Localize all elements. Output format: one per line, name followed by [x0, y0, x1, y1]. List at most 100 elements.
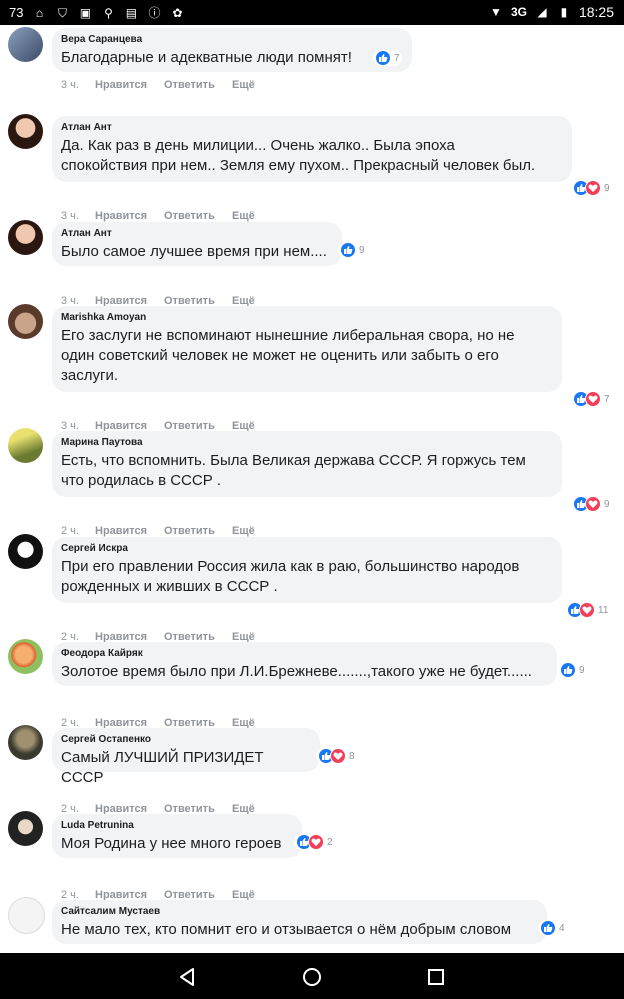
- comment-author[interactable]: Luda Petrunina: [61, 820, 292, 831]
- reaction-summary[interactable]: 9: [571, 180, 612, 196]
- comment-feed[interactable]: Вера Саранцева Благодарные и адекватные …: [0, 25, 624, 953]
- comment-author[interactable]: Сергей Остапенко: [61, 734, 310, 745]
- avatar[interactable]: [8, 897, 45, 934]
- comment-bubble[interactable]: Феодора Кайряк Золотое время было при Л.…: [52, 642, 557, 686]
- avatar[interactable]: [8, 811, 43, 846]
- comment-bubble[interactable]: Вера Саранцева Благодарные и адекватные …: [52, 28, 412, 72]
- heart-icon: [585, 391, 601, 407]
- comment-text: Золотое время было при Л.И.Брежневе.....…: [61, 663, 532, 680]
- avatar[interactable]: [8, 428, 43, 463]
- more-link[interactable]: Ещё: [232, 79, 255, 91]
- comment-author[interactable]: Марина Паутова: [61, 437, 552, 448]
- comment-text: заслуги.: [61, 367, 118, 384]
- reaction-summary[interactable]: 9: [558, 662, 587, 678]
- heart-icon: [330, 748, 346, 764]
- back-button[interactable]: [173, 963, 201, 991]
- comment-text: Самый ЛУЧШИЙ ПРИЗИДЕТ СССР: [61, 749, 264, 786]
- comment-bubble[interactable]: Атлан Ант Было самое лучшее время при не…: [52, 222, 342, 266]
- reaction-summary[interactable]: 7: [571, 391, 612, 407]
- like-icon: [560, 662, 576, 678]
- app-icon: ✿: [172, 5, 183, 20]
- comment-actions: 3 ч. Нравится Ответить Ещё: [61, 79, 255, 91]
- reaction-summary[interactable]: 8: [316, 748, 357, 764]
- heart-icon: [579, 602, 595, 618]
- heart-icon: [308, 834, 324, 850]
- reaction-summary[interactable]: 9: [338, 242, 367, 258]
- comment-text: Есть, что вспомнить. Была Великая держав…: [61, 452, 526, 469]
- comment-bubble[interactable]: Сергей Остапенко Самый ЛУЧШИЙ ПРИЗИДЕТ С…: [52, 728, 320, 786]
- reaction-summary[interactable]: 9: [571, 496, 612, 512]
- comment-text: Благодарные и адекватные люди помнят!: [61, 49, 352, 66]
- reaction-count: 9: [579, 664, 585, 676]
- comment-text: При его правлении Россия жила как в раю,…: [61, 558, 520, 575]
- comment-bubble[interactable]: Luda Petrunina Моя Родина у нее много ге…: [52, 814, 302, 858]
- comment-author[interactable]: Атлан Ант: [61, 228, 332, 239]
- comment-author[interactable]: Вера Саранцева: [61, 34, 402, 45]
- comment-author[interactable]: Сергей Искра: [61, 543, 552, 554]
- status-bar: 73 ⌂ ⛉ ▣ ⚲ ▤ ⓘ ✿ ▼ 3G ◢ ▮ 18:25: [0, 0, 624, 25]
- comment-bubble[interactable]: Marishka Amoyan Его заслуги не вспоминаю…: [52, 306, 562, 392]
- avatar[interactable]: [8, 304, 43, 339]
- comment-actions: 3 ч. Нравится Ответить Ещё: [61, 210, 255, 222]
- comment-time[interactable]: 3 ч.: [61, 79, 95, 91]
- comment-time[interactable]: 3 ч.: [61, 210, 95, 222]
- clock: 18:25: [578, 4, 614, 20]
- reaction-count: 9: [359, 244, 365, 256]
- comment-text: Да. Как раз в день милиции... Очень жалк…: [61, 137, 455, 154]
- network-type: 3G: [510, 5, 527, 19]
- home-icon: ⌂: [35, 5, 44, 20]
- like-icon: [540, 920, 556, 936]
- reaction-count: 7: [604, 393, 610, 405]
- comment-text: Моя Родина у нее много героев: [61, 835, 282, 852]
- reaction-summary[interactable]: 4: [538, 920, 567, 936]
- reaction-count: 11: [598, 604, 609, 616]
- home-button[interactable]: [298, 963, 326, 991]
- wifi-icon: ▼: [489, 5, 502, 19]
- heart-icon: [585, 496, 601, 512]
- navigation-bar: [0, 953, 624, 999]
- like-link[interactable]: Нравится: [95, 210, 164, 222]
- image-icon: ▣: [79, 5, 92, 20]
- reply-link[interactable]: Ответить: [164, 79, 232, 91]
- reply-link[interactable]: Ответить: [164, 525, 232, 537]
- comment-author[interactable]: Атлан Ант: [61, 122, 562, 133]
- comment-text: Не мало тех, кто помнит его и отзывается…: [61, 921, 512, 938]
- avatar[interactable]: [8, 114, 43, 149]
- reply-link[interactable]: Ответить: [164, 210, 232, 222]
- signal-icon: ◢: [537, 5, 547, 19]
- comment-text: Его заслуги не вспоминают нынешние либер…: [61, 327, 515, 344]
- comment-bubble[interactable]: Сайтсалим Мустаев Не мало тех, кто помни…: [52, 900, 547, 944]
- like-link[interactable]: Нравится: [95, 79, 164, 91]
- comment-text: спокойствия при нем.. Земля ему пухом.. …: [61, 157, 536, 174]
- comment-bubble[interactable]: Марина Паутова Есть, что вспомнить. Была…: [52, 431, 562, 497]
- avatar[interactable]: [8, 27, 43, 62]
- avatar[interactable]: [8, 534, 43, 569]
- comment-author[interactable]: Сайтсалим Мустаев: [61, 906, 537, 917]
- heart-icon: [585, 180, 601, 196]
- reaction-count: 8: [349, 750, 355, 762]
- reaction-summary[interactable]: 7: [373, 50, 402, 66]
- more-link[interactable]: Ещё: [232, 210, 255, 222]
- recents-button[interactable]: [422, 963, 450, 991]
- more-link[interactable]: Ещё: [232, 525, 255, 537]
- comment-author[interactable]: Феодора Кайряк: [61, 648, 547, 659]
- like-link[interactable]: Нравится: [95, 525, 164, 537]
- comment-author[interactable]: Marishka Amoyan: [61, 312, 552, 323]
- avatar[interactable]: [8, 725, 43, 760]
- search-icon: ⚲: [104, 5, 113, 20]
- avatar[interactable]: [8, 220, 43, 255]
- comment-text: что родилась в СССР .: [61, 472, 222, 489]
- comment-actions: 2 ч. Нравится Ответить Ещё: [61, 525, 255, 537]
- comment-bubble[interactable]: Атлан Ант Да. Как раз в день милиции... …: [52, 116, 572, 182]
- comment-text: Было самое лучшее время при нем....: [61, 243, 327, 260]
- reaction-count: 9: [604, 498, 610, 510]
- lock-icon: ▤: [125, 5, 138, 20]
- reaction-summary[interactable]: 11: [565, 602, 611, 618]
- comment-time[interactable]: 2 ч.: [61, 525, 95, 537]
- reaction-count: 4: [559, 922, 565, 934]
- avatar[interactable]: [8, 639, 43, 674]
- reaction-summary[interactable]: 2: [294, 834, 335, 850]
- battery-icon: ▮: [560, 5, 568, 19]
- comment-bubble[interactable]: Сергей Искра При его правлении Россия жи…: [52, 537, 562, 603]
- comment-text: рожденных и живших в СССР .: [61, 578, 278, 595]
